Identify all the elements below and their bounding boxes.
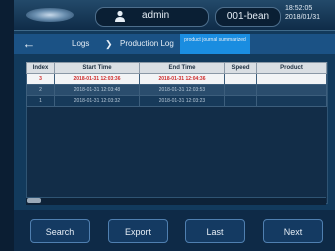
table-header-row: Index Start Time End Time Speed Product — [26, 62, 327, 74]
breadcrumb-production-log[interactable]: Production Log — [120, 34, 174, 54]
cell-speed — [224, 84, 257, 96]
cell-end-time: 2018-01-31 12:04:36 — [139, 73, 225, 85]
tab-product-journal-summarized[interactable]: product journal summarized — [180, 34, 250, 54]
cell-start-time: 2018-01-31 12:03:36 — [54, 73, 140, 85]
cell-index: 2 — [26, 84, 55, 96]
product-name[interactable]: 001-bean — [215, 7, 281, 27]
table-row[interactable]: 1 2018-01-31 12:03:32 2018-01-31 12:03:2… — [26, 95, 327, 107]
production-log-table: Index Start Time End Time Speed Product … — [26, 62, 327, 107]
cell-speed — [224, 73, 257, 85]
next-button[interactable]: Next — [263, 219, 323, 243]
last-button[interactable]: Last — [185, 219, 245, 243]
cell-index: 3 — [26, 73, 55, 85]
clock: 18:52:05 2018/01/31 — [285, 4, 335, 22]
cell-index: 1 — [26, 95, 55, 107]
column-header-speed[interactable]: Speed — [224, 62, 257, 74]
column-header-product[interactable]: Product — [256, 62, 327, 74]
column-header-index[interactable]: Index — [26, 62, 55, 74]
cell-end-time: 2018-01-31 12:03:23 — [139, 95, 225, 107]
horizontal-scrollbar[interactable] — [26, 197, 326, 205]
scrollbar-thumb[interactable] — [27, 198, 41, 203]
export-button[interactable]: Export — [108, 219, 168, 243]
cell-speed — [224, 95, 257, 107]
column-header-end-time[interactable]: End Time — [139, 62, 225, 74]
column-header-start-time[interactable]: Start Time — [54, 62, 140, 74]
clock-time: 18:52:05 — [285, 5, 313, 12]
search-button[interactable]: Search — [30, 219, 90, 243]
cell-product — [256, 95, 327, 107]
cell-start-time: 2018-01-31 12:03:48 — [54, 84, 140, 96]
table-row[interactable]: 3 2018-01-31 12:03:36 2018-01-31 12:04:3… — [26, 73, 327, 85]
nav-row — [14, 34, 335, 54]
table-row[interactable]: 2 2018-01-31 12:03:48 2018-01-31 12:03:5… — [26, 84, 327, 96]
cell-start-time: 2018-01-31 12:03:32 — [54, 95, 140, 107]
cell-product — [256, 84, 327, 96]
breadcrumb-logs[interactable]: Logs — [72, 34, 89, 54]
brand-logo — [26, 8, 74, 22]
user-name: admin — [142, 10, 170, 21]
back-arrow-icon[interactable]: ← — [20, 34, 38, 54]
user-icon — [115, 10, 125, 22]
clock-date: 2018/01/31 — [285, 14, 321, 21]
cell-product — [256, 73, 327, 85]
breadcrumb-separator-icon: ❯ — [105, 39, 113, 49]
cell-end-time: 2018-01-31 12:03:53 — [139, 84, 225, 96]
